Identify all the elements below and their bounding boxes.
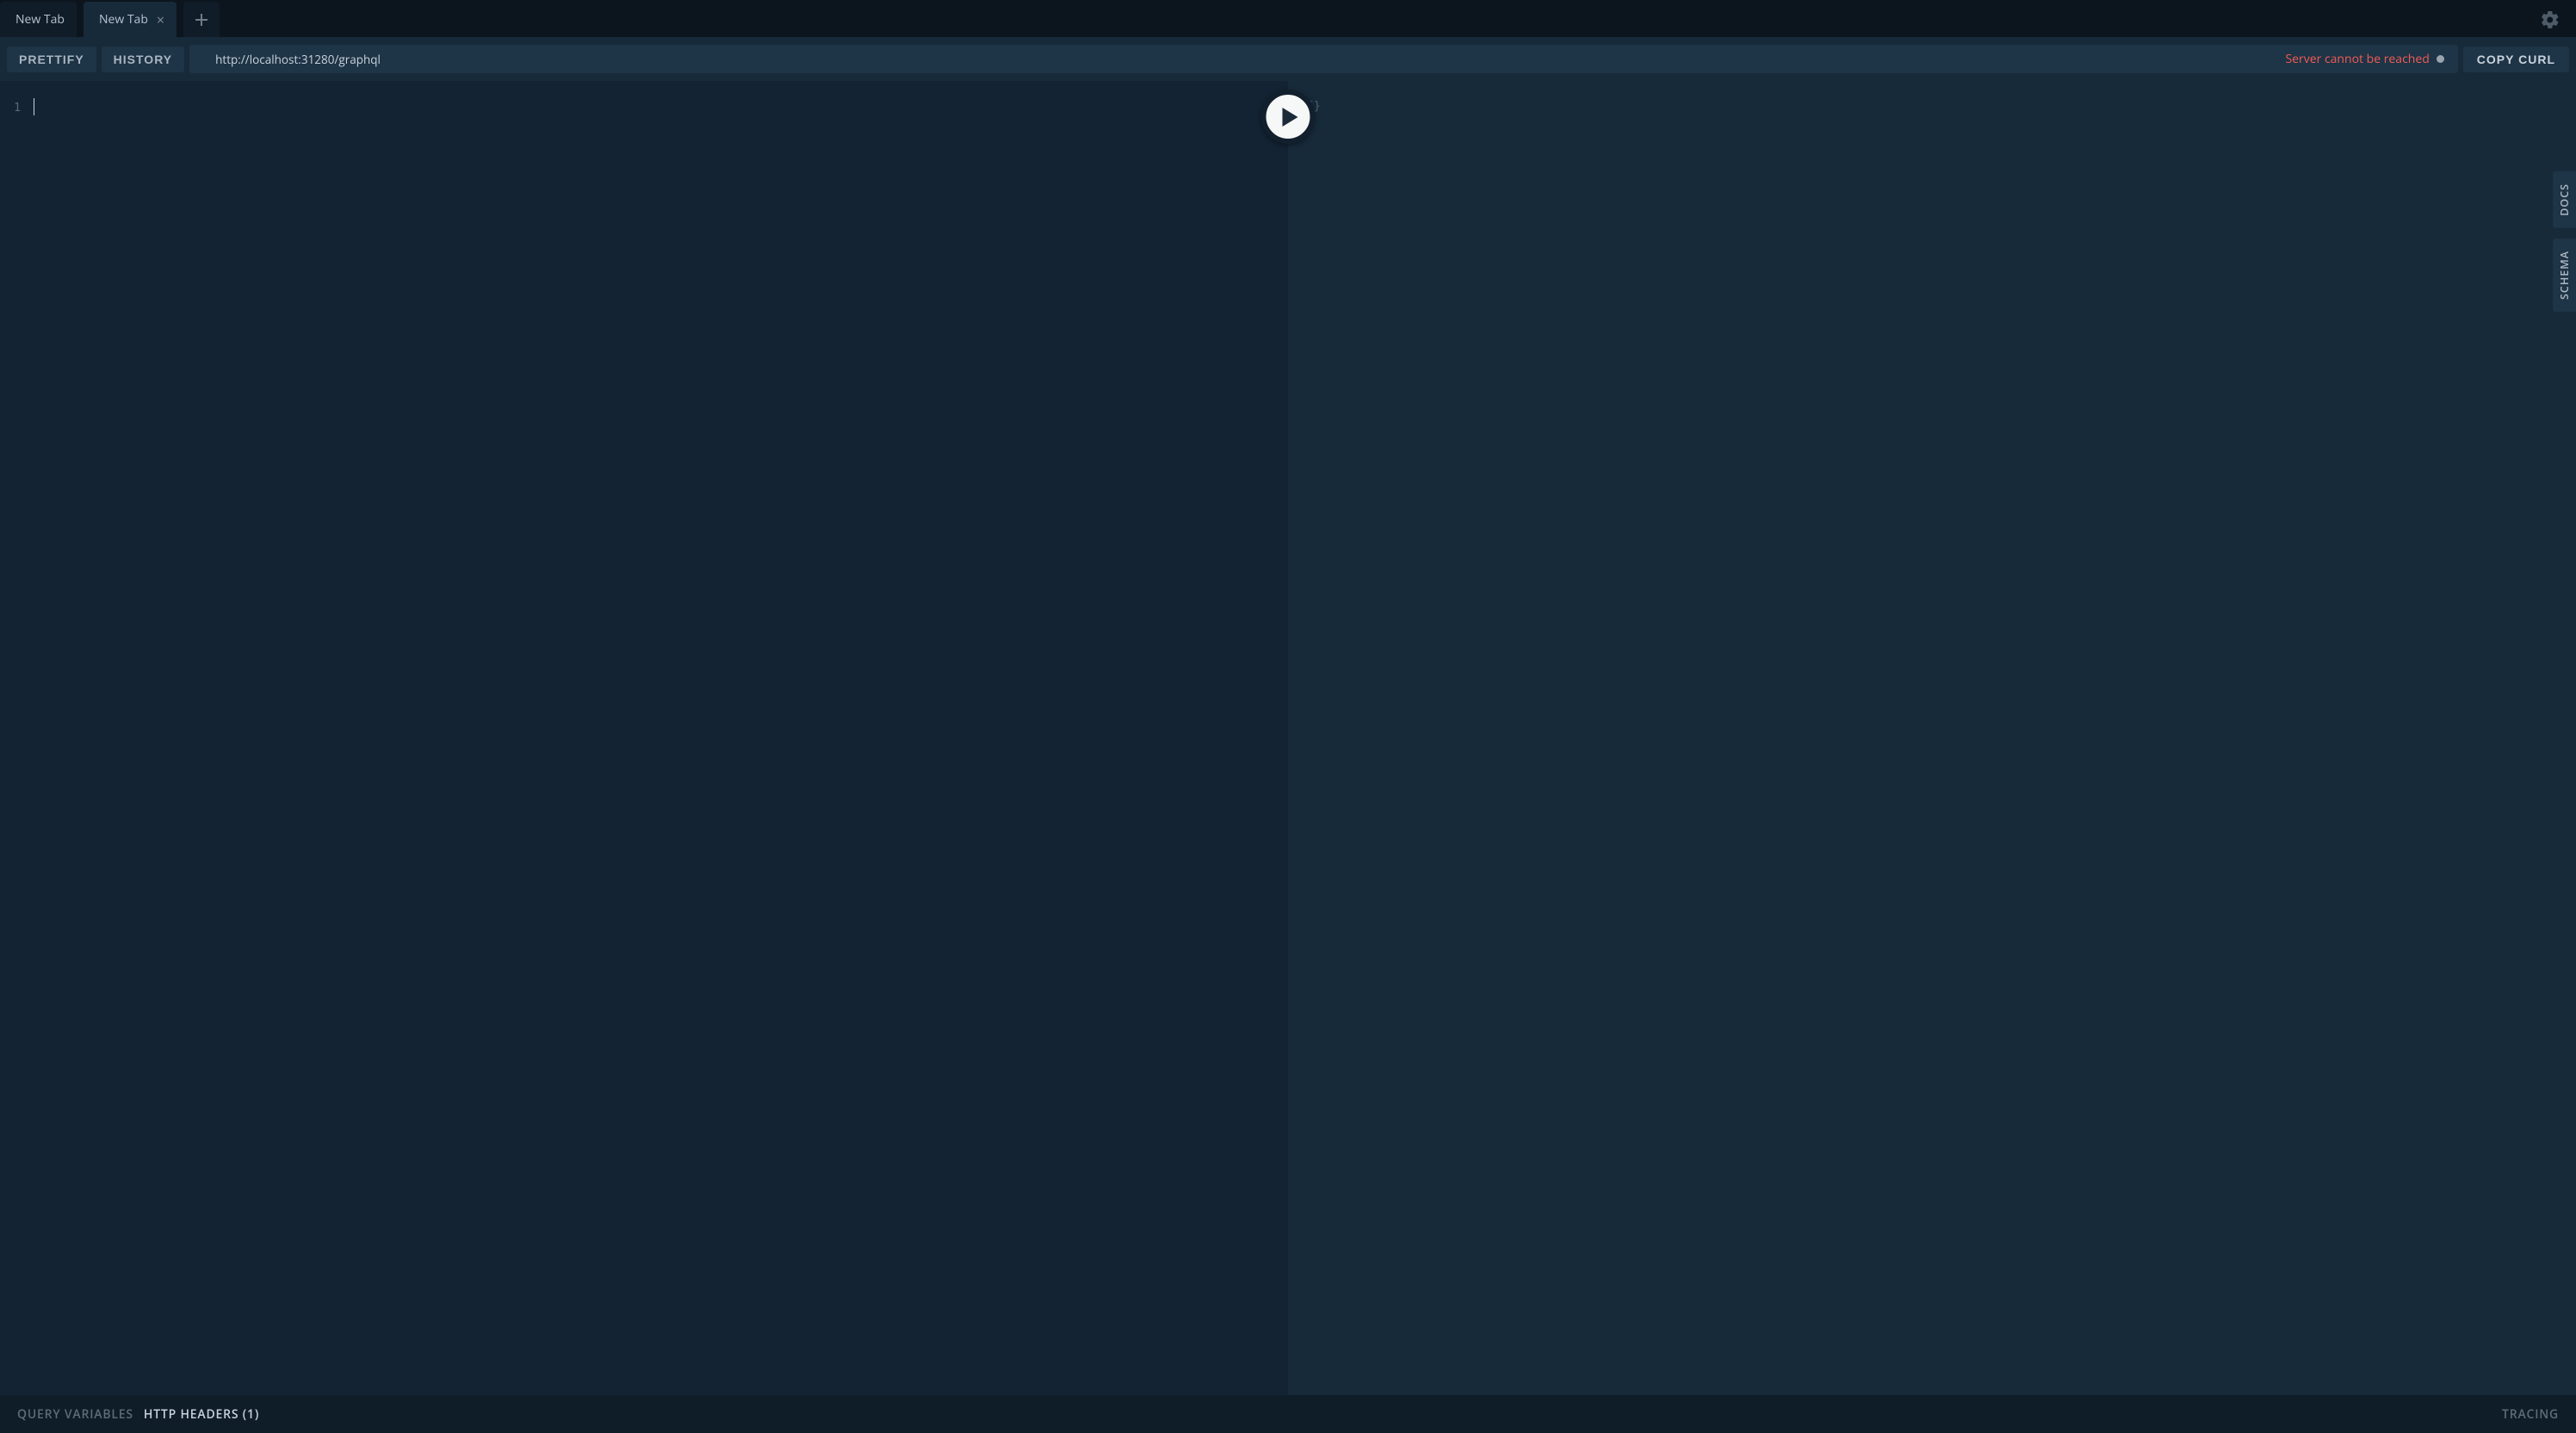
- gear-icon: [2540, 9, 2561, 30]
- result-pane: {}: [1288, 81, 2576, 1395]
- side-tabs: DOCS SCHEMA: [2553, 171, 2576, 312]
- http-headers-tab[interactable]: HTTP HEADERS (1): [144, 1406, 259, 1423]
- copy-curl-button[interactable]: COPY CURL: [2463, 47, 2569, 72]
- code-area[interactable]: [31, 81, 1288, 1395]
- history-button[interactable]: HISTORY: [102, 47, 184, 72]
- main-area: 1 {} DOCS SCHEMA: [0, 81, 2576, 1395]
- schema-tab[interactable]: SCHEMA: [2553, 239, 2576, 312]
- bottom-bar: QUERY VARIABLES HTTP HEADERS (1) TRACING: [0, 1395, 2576, 1433]
- docs-tab[interactable]: DOCS: [2553, 171, 2576, 228]
- new-tab-button[interactable]: [183, 2, 220, 37]
- line-gutter: 1: [0, 81, 31, 1395]
- tracing-tab[interactable]: TRACING: [2502, 1406, 2559, 1423]
- connection-status: Server cannot be reached: [2285, 51, 2447, 67]
- tab-active[interactable]: New Tab ×: [84, 2, 176, 37]
- plus-icon: [194, 12, 209, 28]
- line-number: 1: [0, 102, 21, 115]
- query-variables-tab[interactable]: QUERY VARIABLES: [17, 1406, 133, 1423]
- tab-label: New Tab: [15, 11, 65, 28]
- close-icon[interactable]: ×: [157, 13, 164, 27]
- toolbar: PRETTIFY HISTORY Server cannot be reache…: [0, 37, 2576, 81]
- tab-bar: New Tab New Tab ×: [0, 0, 2576, 37]
- app-root: New Tab New Tab × PRETTIFY HISTORY Serve…: [0, 0, 2576, 1433]
- query-editor-pane[interactable]: 1: [0, 81, 1288, 1395]
- settings-button[interactable]: [2540, 9, 2561, 30]
- tab-inactive[interactable]: New Tab: [0, 2, 77, 37]
- endpoint-input[interactable]: [200, 52, 2285, 67]
- status-text: Server cannot be reached: [2285, 51, 2429, 67]
- endpoint-bar: Server cannot be reached: [189, 45, 2458, 73]
- play-icon: [1280, 107, 1299, 127]
- tab-label: New Tab: [99, 11, 148, 28]
- status-dot-icon: [2437, 55, 2444, 63]
- prettify-button[interactable]: PRETTIFY: [7, 47, 96, 72]
- execute-button[interactable]: [1261, 90, 1316, 144]
